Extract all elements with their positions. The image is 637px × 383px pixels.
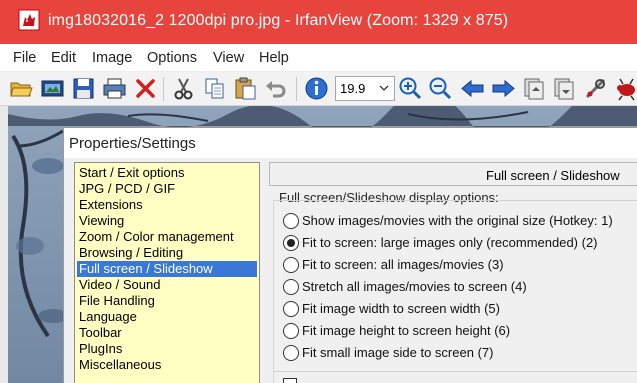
radio-button[interactable] [283,301,299,317]
menu-image[interactable]: Image [92,50,132,66]
option-label: Fit image height to screen height (6) [302,323,511,338]
dialog-title: Properties/Settings [69,135,196,152]
menu-help[interactable]: Help [259,50,289,66]
delete-icon[interactable] [133,76,158,101]
menu-options[interactable]: Options [147,50,197,66]
zoom-select[interactable]: 19.9 [335,76,395,101]
save-icon[interactable] [71,76,96,101]
category-plugins[interactable]: PlugIns [77,341,122,357]
category-viewing[interactable]: Viewing [77,213,124,229]
radio-button[interactable] [283,279,299,295]
irfanview-cat-icon[interactable] [18,9,40,31]
menu-file[interactable]: File [13,50,36,66]
dialog-title-bar[interactable]: Properties/Settings [64,128,637,158]
option-label: Stretch all images/movies to screen (4) [302,279,527,294]
category-start-exit-options[interactable]: Start / Exit options [77,165,185,181]
category-extensions[interactable]: Extensions [77,197,143,213]
previous-icon[interactable] [460,76,485,101]
category-full-screen-slideshow[interactable]: Full screen / Slideshow [77,261,257,277]
radio-button[interactable] [283,345,299,361]
window-title: img18032016_2 1200dpi pro.jpg - IrfanVie… [48,12,509,29]
category-file-handling[interactable]: File Handling [77,293,155,309]
title-bar[interactable]: img18032016_2 1200dpi pro.jpg - IrfanVie… [0,0,637,44]
category-language[interactable]: Language [77,309,137,325]
zoom-value: 19.9 [340,81,366,96]
toolbar: 19.9 [0,72,637,106]
page-header: Full screen / Slideshow [269,162,637,186]
open-folder-icon[interactable] [9,76,34,101]
menu-edit[interactable]: Edit [51,50,76,66]
category-toolbar[interactable]: Toolbar [77,325,122,341]
info-icon[interactable] [304,76,329,101]
option-label: Fit image width to screen width (5) [302,301,500,316]
first-page-icon[interactable] [522,76,547,101]
category-zoom-color-management[interactable]: Zoom / Color management [77,229,234,245]
option-label: Fit to screen: large images only (recomm… [302,235,598,250]
copy-icon[interactable] [202,76,227,101]
checkbox[interactable] [283,378,297,383]
settings-icon[interactable] [583,76,608,101]
bug-icon[interactable] [613,76,637,101]
category-list[interactable]: Start / Exit options JPG / PCD / GIF Ext… [74,162,260,383]
menu-view[interactable]: View [213,50,244,66]
option-label: Show images/movies with the original siz… [302,213,613,228]
category-video-sound[interactable]: Video / Sound [77,277,160,293]
cut-icon[interactable] [171,76,196,101]
lower-group-box [273,371,637,383]
category-miscellaneous[interactable]: Miscellaneous [77,357,161,373]
undo-icon[interactable] [264,76,289,101]
radio-button[interactable] [283,213,299,229]
page-header-label: Full screen / Slideshow [486,168,620,183]
chevron-down-icon [377,81,391,95]
slideshow-icon[interactable] [40,76,65,101]
option-label: Fit small image side to screen (7) [302,345,494,360]
category-jpg-pcd-gif[interactable]: JPG / PCD / GIF [77,181,175,197]
radio-button[interactable] [283,323,299,339]
next-icon[interactable] [491,76,516,101]
zoom-in-icon[interactable] [398,76,423,101]
zoom-out-icon[interactable] [428,76,453,101]
print-icon[interactable] [102,76,127,101]
paste-icon[interactable] [233,76,258,101]
menu-bar: File Edit Image Options View Help [0,44,637,72]
radio-button-selected[interactable] [283,235,299,251]
last-page-icon[interactable] [552,76,577,101]
option-label: Fit to screen: all images/movies (3) [302,257,504,272]
radio-button[interactable] [283,257,299,273]
properties-dialog: Properties/Settings Start / Exit options… [63,127,637,383]
category-browsing-editing[interactable]: Browsing / Editing [77,245,183,261]
